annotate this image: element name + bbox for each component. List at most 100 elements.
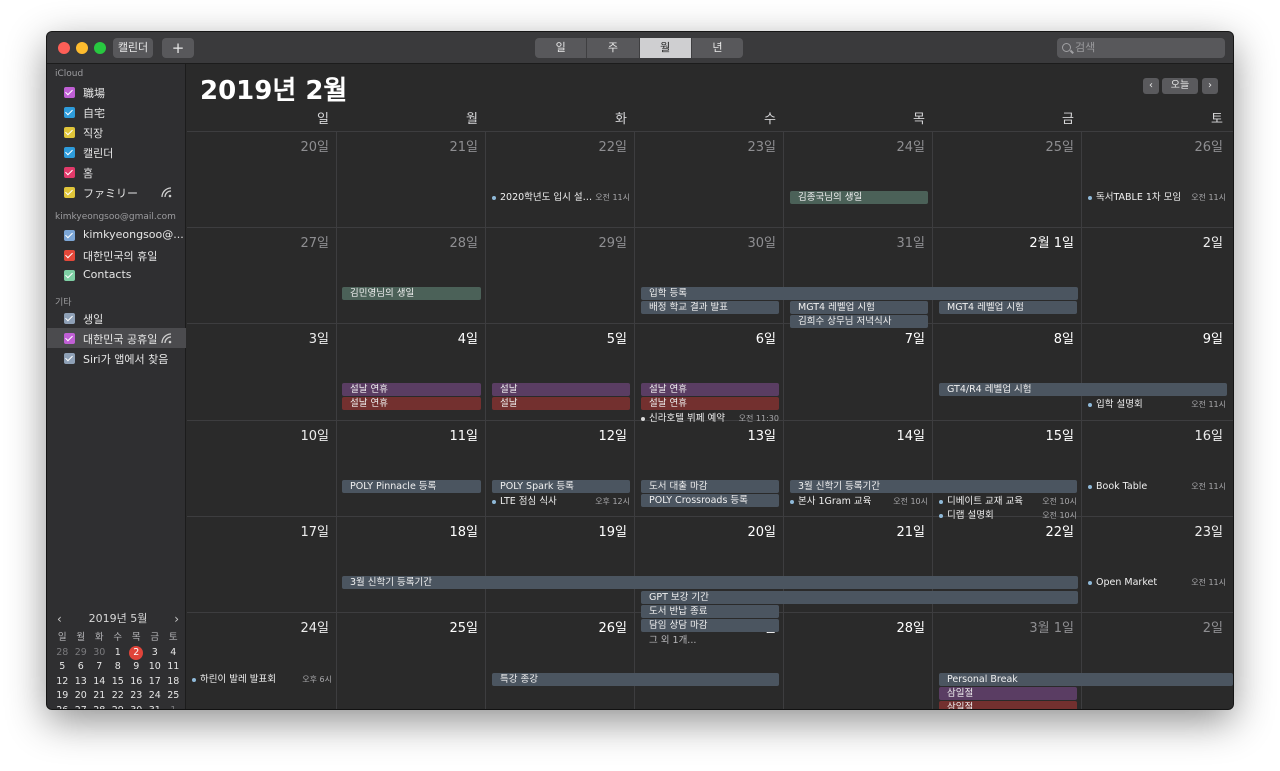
prev-month-button[interactable]: ‹ [1143,78,1159,94]
mini-day[interactable]: 30 [90,646,109,660]
day-number[interactable]: 15일 [932,425,1074,444]
mini-day[interactable]: 17 [146,675,165,689]
checkbox-icon[interactable] [64,313,75,324]
chevron-right-icon[interactable]: › [174,609,179,629]
minimize-button[interactable] [76,42,88,54]
mini-day[interactable]: 20 [72,689,91,703]
day-number[interactable]: 28일 [336,232,478,251]
day-number[interactable]: 16일 [1081,425,1223,444]
sidebar-item-職場[interactable]: 職場 [47,82,186,102]
close-button[interactable] [58,42,70,54]
day-number[interactable]: 18일 [336,521,478,540]
event-item[interactable]: 입학 등록 [641,287,1078,300]
mini-day[interactable]: 26 [53,704,72,710]
mini-day[interactable]: 28 [90,704,109,710]
mini-day[interactable]: 1 [109,646,128,660]
event-item[interactable]: 삼일절 [939,701,1077,709]
day-number[interactable]: 9일 [1081,328,1223,347]
mini-day[interactable]: 22 [109,689,128,703]
day-number[interactable]: 19일 [485,521,627,540]
mini-day[interactable]: 24 [146,689,165,703]
day-number[interactable]: 29일 [485,232,627,251]
event-item[interactable]: 배정 학교 결과 발표 [641,301,779,314]
mini-day[interactable]: 21 [90,689,109,703]
day-number[interactable]: 20일 [187,136,329,155]
sidebar-item-홈[interactable]: 홈 [47,162,186,182]
tab-week[interactable]: 주 [587,38,640,58]
calendars-button[interactable]: 캘린더 [113,38,153,58]
event-item[interactable]: GT4/R4 레벨업 시험 [939,383,1227,396]
mini-day[interactable]: 1 [164,704,183,710]
day-number[interactable]: 25일 [336,617,478,636]
mini-day[interactable]: 27 [72,704,91,710]
event-item[interactable]: 특강 종강 [492,673,779,686]
day-number[interactable]: 17일 [187,521,329,540]
mini-day[interactable]: 28 [53,646,72,660]
day-number[interactable]: 2일 [1081,232,1223,251]
mini-day[interactable]: 12 [53,675,72,689]
mini-day[interactable]: 8 [109,660,128,674]
mini-day[interactable]: 2 [127,645,146,660]
checkbox-icon[interactable] [64,250,75,261]
sidebar-item-캘린더[interactable]: 캘린더 [47,142,186,162]
checkbox-icon[interactable] [64,167,75,178]
day-number[interactable]: 11일 [336,425,478,444]
checkbox-icon[interactable] [64,107,75,118]
event-item[interactable]: 본사 1Gram 교육 오전 10시 [790,495,928,508]
checkbox-icon[interactable] [64,270,75,281]
event-item[interactable]: 디랩 설명회 오전 10시 [939,509,1077,522]
event-item[interactable]: POLY Crossroads 등록 [641,494,779,507]
day-number[interactable]: 26일 [1081,136,1223,155]
event-item[interactable]: 삼일절 [939,687,1077,700]
event-item[interactable]: 2020학년도 입시 설… 오전 11시 [492,191,630,204]
day-number[interactable]: 24일 [783,136,925,155]
mini-day[interactable]: 15 [109,675,128,689]
tab-month[interactable]: 월 [639,38,692,58]
event-item[interactable]: 김민영님의 생일 [342,287,481,300]
day-number[interactable]: 21일 [783,521,925,540]
event-item[interactable]: POLY Spark 등록 [492,480,630,493]
mini-day[interactable]: 29 [72,646,91,660]
event-item[interactable]: 독서TABLE 1차 모임 오전 11시 [1088,191,1226,204]
event-item[interactable]: 김종국님의 생일 [790,191,928,204]
sidebar-item-직장[interactable]: 직장 [47,122,186,142]
day-number[interactable]: 31일 [783,232,925,251]
checkbox-icon[interactable] [64,87,75,98]
event-item[interactable]: 신라호텔 뷔페 예약 오전 11:30 [641,412,779,425]
event-item[interactable]: 3월 신학기 등록기간 [790,480,1077,493]
mini-day[interactable]: 6 [72,660,91,674]
mini-day[interactable]: 7 [90,660,109,674]
event-item[interactable]: MGT4 레벨업 시험 [790,301,928,314]
event-item[interactable]: 김희수 상무님 저녁식사 [790,315,928,328]
event-item[interactable]: Open Market 오전 11시 [1088,576,1226,589]
sidebar-item-family[interactable]: ファミリー [47,182,186,202]
event-item[interactable]: GPT 보강 기간 [641,591,1078,604]
mini-day[interactable]: 11 [164,660,183,674]
day-number[interactable]: 3일 [187,328,329,347]
more-events-link[interactable]: 그 외 1개... [649,632,696,646]
event-item[interactable]: 도서 반납 종료 [641,605,779,618]
mini-day[interactable]: 25 [164,689,183,703]
event-item[interactable]: 하린이 발레 발표회 오후 6시 [192,673,332,686]
day-number[interactable]: 10일 [187,425,329,444]
mini-day[interactable]: 3 [146,646,165,660]
sidebar-item-birthdays[interactable]: 생일 [47,308,186,328]
mini-day[interactable]: 23 [127,689,146,703]
day-number[interactable]: 8일 [932,328,1074,347]
day-number[interactable]: 22일 [932,521,1074,540]
event-item[interactable]: MGT4 레벨업 시험 [939,301,1077,314]
event-item[interactable]: 담임 상담 마감 [641,619,779,632]
day-number[interactable]: 24일 [187,617,329,636]
day-number[interactable]: 2일 [1081,617,1223,636]
event-item[interactable]: 도서 대출 마감 [641,480,779,493]
mini-day[interactable]: 16 [127,675,146,689]
event-item[interactable]: 설날 [492,383,630,396]
chevron-left-icon[interactable]: ‹ [57,609,62,629]
day-number[interactable]: 5일 [485,328,627,347]
event-item[interactable]: 설날 연휴 [641,383,779,396]
event-item[interactable]: 설날 연휴 [342,383,481,396]
tab-day[interactable]: 일 [535,38,588,58]
event-item[interactable]: Book Table 오전 11시 [1088,480,1226,493]
zoom-button[interactable] [94,42,106,54]
event-item[interactable]: POLY Pinnacle 등록 [342,480,481,493]
